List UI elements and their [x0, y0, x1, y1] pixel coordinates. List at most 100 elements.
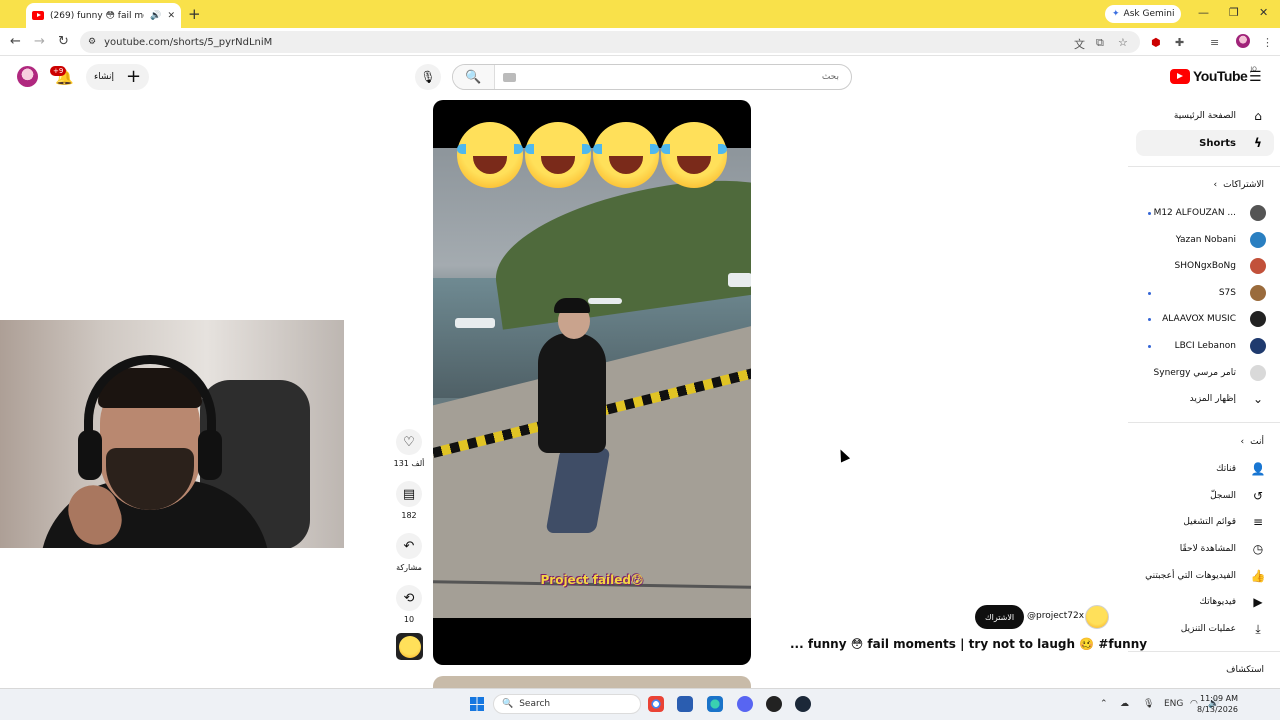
- headset-cup-left: [78, 430, 102, 480]
- restore-icon[interactable]: ❐: [1229, 6, 1239, 19]
- short-title[interactable]: ... funny 😳 fail moments | try not to la…: [790, 637, 1147, 651]
- sidebar-item-liked-videos[interactable]: الفيديوهات التي أعجبتني 👍: [1128, 563, 1274, 589]
- mic-tray-icon[interactable]: 🎙: [1143, 699, 1154, 709]
- sidebar-item-label: Shorts: [1199, 137, 1236, 149]
- sidebar-item-downloads[interactable]: عمليات التنزيل ⤓: [1128, 616, 1274, 642]
- browser-tab-active[interactable]: (269) funny 😳 fail momen 🔊 ✕: [26, 3, 181, 28]
- taskbar-search[interactable]: 🔍 Search: [493, 694, 641, 714]
- like-heart-icon[interactable]: ♡: [396, 429, 422, 455]
- plus-icon: +: [126, 66, 142, 87]
- back-icon[interactable]: ←: [10, 34, 21, 49]
- search-input[interactable]: بحث: [516, 72, 851, 82]
- tab-close-icon[interactable]: ✕: [167, 11, 175, 21]
- search-box[interactable]: 🔍 بحث: [452, 64, 852, 90]
- forward-icon[interactable]: →: [34, 34, 45, 49]
- share-action[interactable]: ↶ مشاركة: [392, 533, 426, 572]
- channel-avatar: [1250, 338, 1266, 354]
- comment-icon[interactable]: ▤: [396, 481, 422, 507]
- channel-avatar: [1250, 258, 1266, 274]
- sidebar-subscriptions-heading[interactable]: ‹ الاشتراكات: [1214, 180, 1264, 190]
- sidebar-item-channel[interactable]: SHONgxBoNg: [1128, 253, 1274, 279]
- playlists-icon: ≡: [1252, 515, 1264, 529]
- channel-icon: 👤: [1250, 462, 1266, 476]
- extensions-puzzle-icon[interactable]: ✚: [1175, 36, 1184, 49]
- sound-thumbnail[interactable]: [396, 633, 423, 660]
- remix-count: 10: [403, 615, 415, 624]
- install-app-icon[interactable]: ⧉: [1096, 36, 1104, 50]
- browser-menu-icon[interactable]: ⋮: [1262, 36, 1273, 49]
- clock-time: 11:09 AM: [1200, 694, 1239, 703]
- sidebar-item-label: المشاهدة لاحقًا: [1179, 544, 1236, 554]
- create-label: إنشاء: [94, 72, 115, 82]
- address-toolbar: ← → ↻ ⚙ youtube.com/shorts/5_pyrNdLniM 文…: [0, 28, 1280, 56]
- liked-icon: 👍: [1250, 569, 1266, 583]
- tab-audio-icon[interactable]: 🔊: [150, 11, 161, 21]
- close-window-icon[interactable]: ✕: [1259, 6, 1268, 19]
- channel-avatar-emoji[interactable]: [1085, 605, 1109, 629]
- taskbar-clock[interactable]: 11:09 AM 8/13/2026: [1197, 693, 1238, 715]
- language-indicator[interactable]: ENG: [1164, 699, 1183, 709]
- subscribe-button[interactable]: الاشتراك: [975, 605, 1025, 629]
- site-info-icon[interactable]: ⚙: [88, 37, 96, 47]
- voice-search-mic-icon[interactable]: 🎙: [415, 64, 441, 90]
- extension-adblock-icon[interactable]: ⬢: [1151, 36, 1161, 49]
- cloud-tray-icon[interactable]: ☁: [1120, 699, 1129, 709]
- reload-icon[interactable]: ↻: [58, 34, 69, 49]
- new-tab-button[interactable]: +: [188, 5, 201, 23]
- youtube-wordmark: YouTube: [1193, 68, 1248, 84]
- video-person-cap: [554, 298, 590, 313]
- keyboard-icon[interactable]: [503, 72, 516, 82]
- sidebar-you-heading[interactable]: ‹ أنت: [1241, 437, 1264, 447]
- next-short-preview[interactable]: [433, 676, 751, 688]
- translate-icon[interactable]: 文: [1074, 36, 1085, 52]
- sidebar-show-more[interactable]: إظهار المزيد ⌄: [1128, 386, 1274, 412]
- account-avatar[interactable]: [17, 66, 38, 87]
- tray-chevron-up-icon[interactable]: ⌃: [1100, 699, 1108, 709]
- sidebar-item-channel[interactable]: Synergy تامر مرسي: [1128, 360, 1274, 386]
- youtube-play-logo-icon: [1170, 68, 1190, 84]
- downloads-icon: ⤓: [1255, 621, 1261, 636]
- bookmark-star-icon[interactable]: ☆: [1118, 36, 1128, 49]
- url-bar[interactable]: ⚙ youtube.com/shorts/5_pyrNdLniM: [80, 31, 1140, 53]
- browser-profile-avatar[interactable]: [1236, 34, 1250, 48]
- remix-icon[interactable]: ⟲: [396, 585, 422, 611]
- new-content-dot: [1148, 318, 1151, 321]
- sidebar-item-your-videos[interactable]: فيديوهاتك ▶: [1128, 589, 1274, 615]
- sidebar-item-playlists[interactable]: قوائم التشغيل ≡: [1128, 509, 1274, 535]
- ask-gemini-button[interactable]: ✦ Ask Gemini: [1105, 5, 1182, 23]
- subscriptions-heading-label: الاشتراكات: [1223, 180, 1264, 190]
- edge-taskbar-icon[interactable]: [707, 696, 723, 712]
- steam-taskbar-icon[interactable]: [795, 696, 811, 712]
- sidebar-item-channel[interactable]: Yazan Nobani: [1128, 227, 1274, 253]
- sidebar-item-watch-later[interactable]: المشاهدة لاحقًا ◷: [1128, 536, 1274, 562]
- channel-handle[interactable]: @project72x: [1027, 611, 1084, 621]
- windows-start-icon[interactable]: [470, 697, 484, 711]
- remix-action[interactable]: ⟲ 10: [392, 585, 426, 624]
- create-button[interactable]: إنشاء +: [86, 64, 150, 90]
- show-more-label: إظهار المزيد: [1189, 394, 1236, 404]
- media-controls-icon[interactable]: ≡: [1210, 36, 1219, 49]
- search-icon[interactable]: 🔍: [453, 65, 495, 89]
- comments-action[interactable]: ▤ 182: [392, 481, 426, 520]
- shorts-video-player[interactable]: Project failed😰: [433, 100, 751, 665]
- taskbar-search-label: Search: [519, 699, 551, 709]
- headset-icon: [84, 355, 216, 475]
- youtube-logo[interactable]: YouTube JO: [1170, 66, 1257, 84]
- youtube-favicon-icon: [32, 11, 44, 20]
- store-taskbar-icon[interactable]: [677, 696, 693, 712]
- sidebar-item-shorts[interactable]: Shorts ϟ: [1136, 130, 1274, 156]
- obs-taskbar-icon[interactable]: [766, 696, 782, 712]
- discord-taskbar-icon[interactable]: [737, 696, 753, 712]
- sidebar-item-history[interactable]: السجلّ ↺: [1128, 483, 1274, 509]
- sidebar-item-label: عمليات التنزيل: [1180, 624, 1236, 634]
- history-icon: ↺: [1252, 489, 1264, 503]
- share-label: مشاركة: [396, 563, 422, 572]
- sidebar-item-your-channel[interactable]: قناتك 👤: [1128, 456, 1274, 482]
- minimize-icon[interactable]: —: [1198, 6, 1209, 19]
- guide-menu-icon[interactable]: ☰: [1249, 69, 1262, 85]
- like-action[interactable]: ♡ 131 ألف: [392, 429, 426, 468]
- chrome-taskbar-icon[interactable]: [648, 696, 664, 712]
- share-icon[interactable]: ↶: [396, 533, 422, 559]
- you-heading-label: أنت: [1250, 437, 1264, 447]
- sidebar-item-home[interactable]: الصفحة الرئيسية ⌂: [1128, 103, 1274, 129]
